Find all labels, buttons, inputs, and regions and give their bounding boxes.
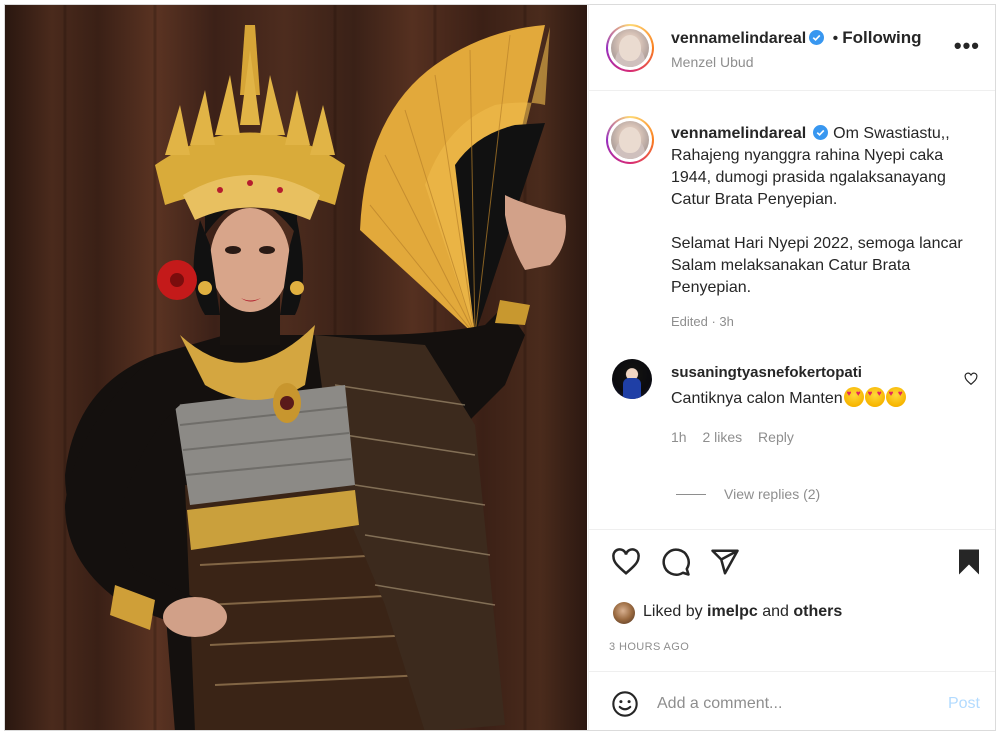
verified-badge-icon <box>813 125 829 140</box>
liked-by-prefix: Liked by <box>643 603 703 620</box>
caption-edited-time: Edited · 3h <box>671 314 734 329</box>
comment-time: 1h <box>671 429 687 445</box>
comment-likes[interactable]: 2 likes <box>702 429 742 445</box>
post-actions: Liked by imelpc and others 3 HOURS AGO <box>589 531 995 671</box>
smiley-icon[interactable] <box>611 690 639 718</box>
liked-by-text: Liked by imelpc and others <box>643 603 842 621</box>
post-photo-illustration <box>63 5 566 730</box>
send-icon[interactable] <box>710 547 740 577</box>
comments-section: vennamelindareal Om Swastiastu,, Rahajeng… <box>589 92 995 530</box>
caption-paragraph-2: Selamat Hari Nyepi 2022, semoga lancar S… <box>671 235 963 296</box>
liker-username[interactable]: imelpc <box>707 603 758 620</box>
view-replies-label: View replies (2) <box>724 486 821 502</box>
comment-icon[interactable] <box>661 547 691 577</box>
heart-eyes-emoji-icon <box>843 387 864 407</box>
liked-by-others-link[interactable]: others <box>793 603 842 620</box>
gold-crown <box>155 25 345 220</box>
post-timestamp[interactable]: 3 HOURS AGO <box>609 641 689 653</box>
verified-badge-icon <box>809 30 825 45</box>
add-comment-bar: Post <box>589 671 995 730</box>
post-header: vennamelindareal • Following Menzel Ubud … <box>589 5 995 91</box>
heart-icon[interactable] <box>611 547 641 577</box>
post-location[interactable]: Menzel Ubud <box>671 54 754 70</box>
comment-like-heart-icon[interactable] <box>964 372 978 386</box>
following-button[interactable]: Following <box>842 28 921 47</box>
separator-dot: • <box>832 30 839 47</box>
comment-meta: 1h 2 likes Reply <box>671 429 806 445</box>
comment-text-body: Cantiknya calon Manten <box>671 390 843 407</box>
reply-button[interactable]: Reply <box>758 429 794 445</box>
caption-avatar[interactable] <box>606 116 654 164</box>
liker-avatar[interactable] <box>613 602 635 624</box>
liked-by-conjunction: and <box>762 603 789 620</box>
author-avatar[interactable] <box>606 24 654 72</box>
post-photo[interactable] <box>5 5 587 730</box>
comment-input[interactable] <box>657 691 917 717</box>
author-username[interactable]: vennamelindareal <box>671 30 806 47</box>
caption-username[interactable]: vennamelindareal <box>671 125 806 142</box>
caption-text: vennamelindareal Om Swastiastu,, Rahajeng… <box>671 123 981 321</box>
author-line: vennamelindareal • Following <box>671 28 922 48</box>
more-options-icon[interactable]: ••• <box>954 33 980 59</box>
post-modal: vennamelindareal • Following Menzel Ubud … <box>4 4 996 731</box>
heart-eyes-emoji-icon <box>885 387 906 407</box>
bookmark-filled-icon[interactable] <box>954 547 984 577</box>
heart-eyes-emoji-icon <box>864 387 885 407</box>
replies-divider-line <box>676 494 706 495</box>
commenter-avatar[interactable] <box>612 359 652 399</box>
golden-fan <box>360 25 550 336</box>
post-side-panel: vennamelindareal • Following Menzel Ubud … <box>588 5 995 730</box>
view-replies-button[interactable]: View replies (2) <box>676 486 820 502</box>
commenter-username[interactable]: susaningtyasnefokertopati <box>671 364 862 381</box>
post-comment-button[interactable]: Post <box>948 695 980 713</box>
comment-text: Cantiknya calon Manten <box>671 387 906 408</box>
